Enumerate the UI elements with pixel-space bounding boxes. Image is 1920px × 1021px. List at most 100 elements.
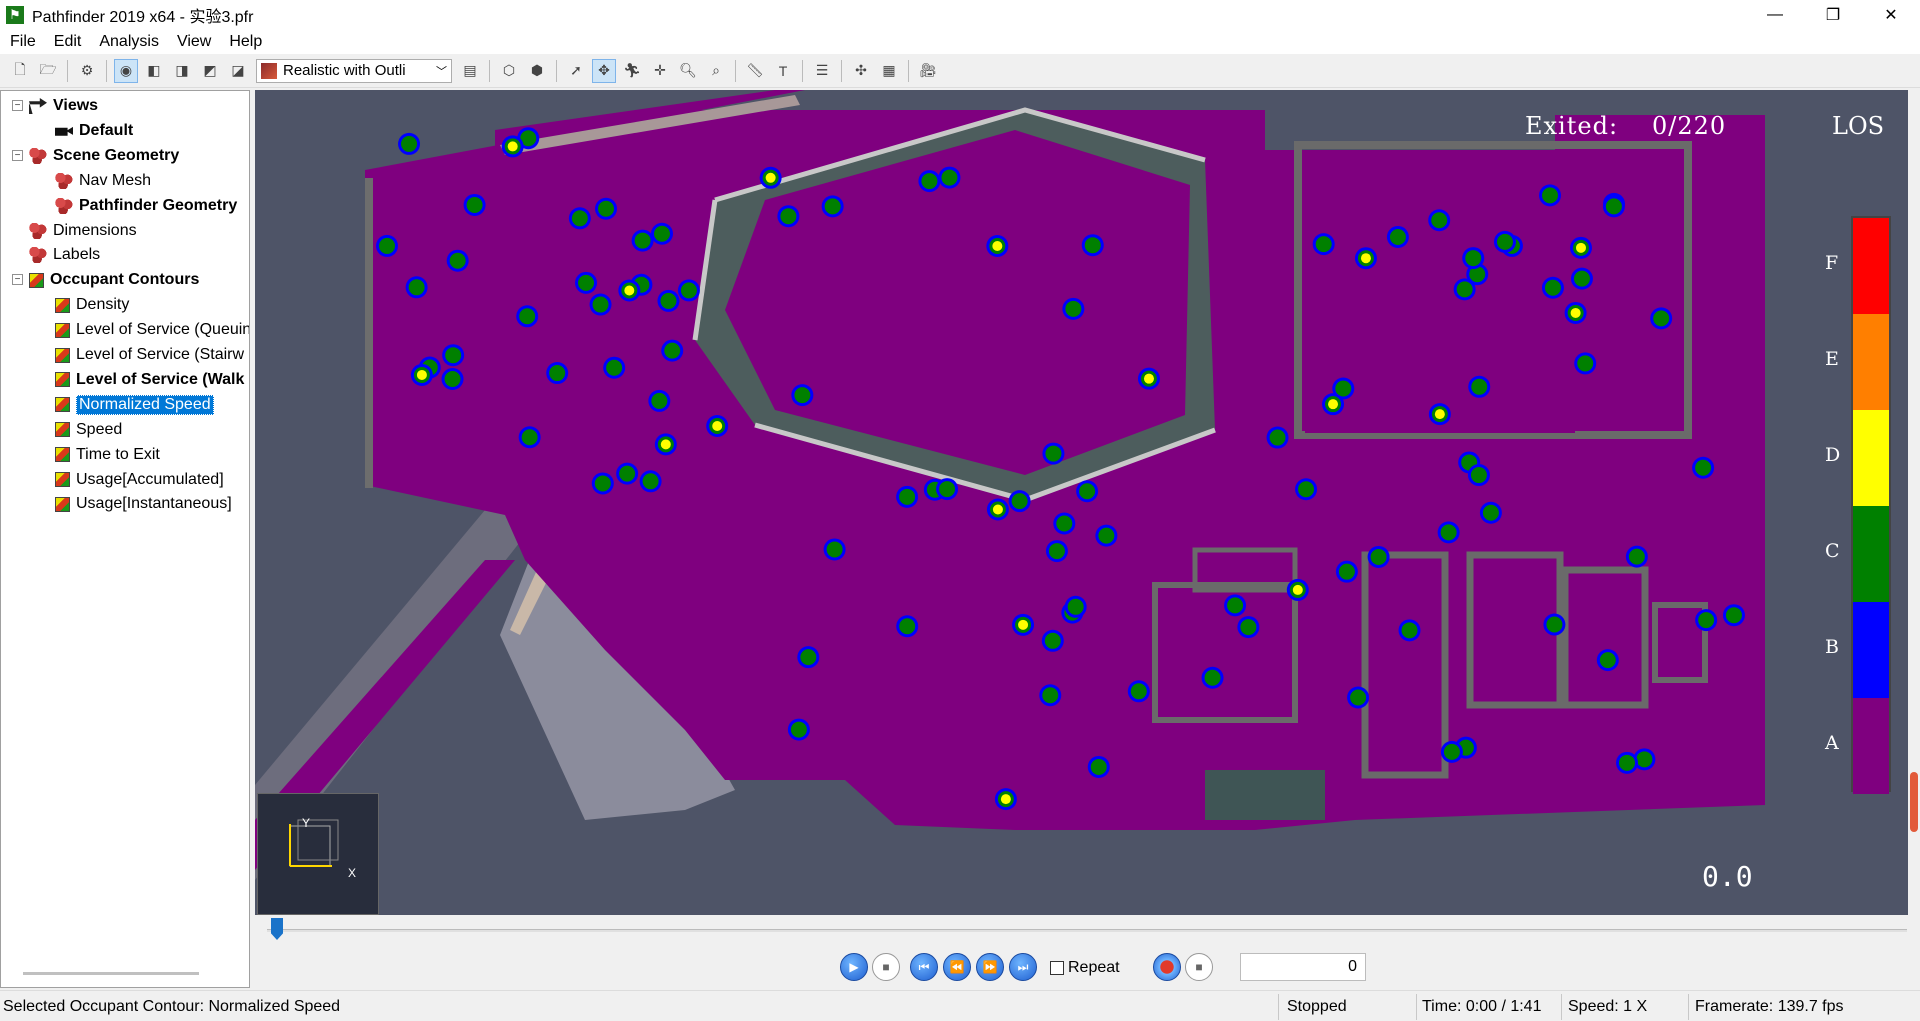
measure-icon[interactable]: 📏︎	[743, 59, 767, 83]
play-button[interactable]: ▶	[840, 953, 868, 981]
record-button[interactable]	[1153, 953, 1181, 981]
occupant-marker	[994, 788, 1017, 811]
occupant-marker	[654, 433, 677, 456]
grid-icon[interactable]: ▦	[877, 59, 901, 83]
tree-item[interactable]: Pathfinder Geometry	[55, 194, 237, 218]
tree-expander[interactable]: −	[12, 100, 23, 111]
tree-expander[interactable]: −	[12, 274, 23, 286]
move-icon[interactable]: ✛	[648, 59, 672, 83]
tree-item[interactable]: Normalized Speed	[55, 393, 214, 417]
timeline-track[interactable]	[267, 929, 1907, 932]
minimize-button[interactable]: —	[1746, 0, 1804, 30]
menu-analysis[interactable]: Analysis	[91, 33, 167, 51]
restore-button[interactable]: ❐	[1804, 0, 1862, 30]
tree-item-label: Views	[53, 97, 99, 114]
menu-file[interactable]: File	[2, 33, 44, 51]
tree-item[interactable]: Nav Mesh	[55, 169, 151, 193]
geometry-icon[interactable]: ⬡	[497, 59, 521, 83]
tree-item[interactable]: Level of Service (Stairw	[55, 343, 244, 367]
skip-to-end-button[interactable]: ⏭	[1009, 953, 1037, 981]
geometry-outline-icon[interactable]: ⬢	[525, 59, 549, 83]
close-button[interactable]: ✕	[1862, 0, 1920, 30]
legend-band	[1853, 218, 1889, 314]
occupant-marker	[1386, 225, 1409, 248]
tree-item[interactable]: Level of Service (Queuin	[55, 318, 249, 342]
tree-expander[interactable]: −	[12, 149, 23, 161]
camera-icon	[55, 126, 73, 136]
align-icon[interactable]: ☰	[810, 59, 834, 83]
step-back-button[interactable]: ⏪	[943, 953, 971, 981]
tree-scrollbar[interactable]	[23, 972, 199, 975]
legend-band	[1853, 314, 1889, 410]
view-iso-icon[interactable]: ◪	[226, 59, 250, 83]
timeline-thumb[interactable]	[271, 918, 283, 940]
tree-item[interactable]: − Views	[12, 94, 99, 118]
tree-item[interactable]: Density	[55, 293, 129, 317]
occupant-marker	[1237, 616, 1260, 639]
open-file-icon[interactable]: 🗁	[36, 59, 60, 83]
occupant-marker	[986, 498, 1009, 521]
occupant-marker	[651, 222, 674, 245]
tree-item[interactable]: Speed	[55, 418, 122, 442]
axis-widget: Y X	[257, 793, 379, 915]
axis-icon[interactable]: ✣	[849, 59, 873, 83]
camera-icon[interactable]: 🎥︎	[916, 59, 940, 83]
tree-item[interactable]: Dimensions	[29, 219, 137, 243]
select-icon[interactable]: ➚	[564, 59, 588, 83]
stop-button[interactable]: ■	[872, 953, 900, 981]
color-legend-icon[interactable]: ▤	[458, 59, 482, 83]
3d-viewport[interactable]: Exited: 0/220 LOS F E D C B A 0.0 Y X	[255, 90, 1920, 915]
exited-counter: Exited: 0/220	[1525, 112, 1726, 140]
tree-item[interactable]: Default	[55, 119, 133, 143]
view-top-icon[interactable]: ◩	[198, 59, 222, 83]
skip-to-start-button[interactable]: ⏮	[910, 953, 938, 981]
tree-item[interactable]: Usage[Instantaneous]	[55, 492, 232, 516]
viewport-scroll-thumb[interactable]	[1910, 772, 1918, 832]
occupant-marker	[759, 166, 782, 189]
occupant-marker	[1541, 276, 1564, 299]
view-side-icon[interactable]: ◨	[170, 59, 194, 83]
occupant-marker	[1574, 352, 1597, 375]
occupant-marker	[616, 462, 639, 485]
tree-item[interactable]: − Scene Geometry	[12, 144, 179, 168]
text-icon[interactable]: T	[771, 59, 795, 83]
new-file-icon[interactable]: 🗋	[8, 59, 32, 83]
record-stop-button[interactable]: ■	[1185, 953, 1213, 981]
tree-item[interactable]: Usage[Accumulated]	[55, 468, 224, 492]
step-forward-button[interactable]: ⏩	[976, 953, 1004, 981]
occupant-marker	[1468, 375, 1491, 398]
occupant-marker	[1367, 545, 1390, 568]
view-front-icon[interactable]: ◧	[142, 59, 166, 83]
geometry-icon	[29, 147, 47, 164]
menu-view[interactable]: View	[169, 33, 219, 51]
repeat-checkbox[interactable]: Repeat	[1050, 959, 1120, 977]
occupant-marker	[823, 538, 846, 561]
menu-edit[interactable]: Edit	[46, 33, 90, 51]
occupant-marker	[1596, 649, 1619, 672]
repeat-checkbox-box[interactable]	[1050, 961, 1064, 975]
contour-icon	[55, 496, 70, 512]
title-bar: ⚑ Pathfinder 2019 x64 - 实验3.pfr — ❐ ✕	[0, 0, 1920, 30]
render-mode-select[interactable]: Realistic with Outli ﹀	[256, 58, 452, 83]
occupant-marker	[1428, 403, 1451, 426]
tree-item[interactable]: − Occupant Contours	[12, 268, 199, 292]
occupant-marker	[1569, 236, 1592, 259]
timeline[interactable]	[255, 915, 1920, 945]
frame-input[interactable]: 0	[1240, 953, 1366, 981]
zoom-icon[interactable]: 🔍︎	[676, 59, 700, 83]
occupant-marker	[936, 478, 959, 501]
pan-icon[interactable]: ✥	[592, 58, 616, 83]
settings-icon[interactable]: ⚙	[75, 59, 99, 83]
tree-item[interactable]: Level of Service (Walk	[55, 368, 244, 392]
legend-grade-label: C	[1825, 540, 1840, 562]
tree-item[interactable]: Labels	[29, 243, 100, 267]
orbit-icon[interactable]: ◉	[114, 58, 138, 83]
walk-icon[interactable]: 🏃︎	[620, 59, 644, 83]
occupant-marker	[938, 166, 961, 189]
tree-item-label: Level of Service (Stairw	[76, 346, 245, 363]
zoom-fit-icon[interactable]: ⌕	[704, 59, 728, 83]
occupant-marker	[591, 472, 614, 495]
simulation-clock: 0.0	[1702, 860, 1753, 893]
menu-help[interactable]: Help	[221, 33, 270, 51]
tree-item[interactable]: Time to Exit	[55, 443, 160, 467]
